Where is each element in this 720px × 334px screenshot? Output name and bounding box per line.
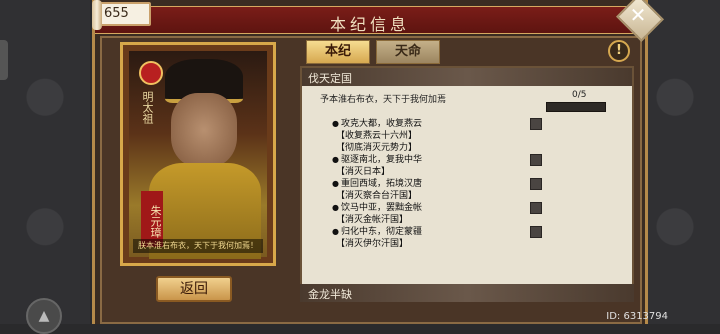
task-checkbox[interactable] [530,202,542,214]
left-edge-handle[interactable] [0,40,8,80]
task-checkbox[interactable] [530,118,542,130]
portrait-quote: 朕本淮右布衣，天下于我何加焉！ [133,239,263,253]
seal-icon [139,61,163,85]
portrait-side-text: 明太祖 [141,91,154,124]
scroll-roll-icon [92,0,102,30]
left-decor-panel [0,0,90,324]
mission-slogan: 予本淮右布衣，天下于我何加焉 [320,95,447,105]
portrait-art: 明太祖 朱元璋 朕本淮右布衣，天下于我何加焉！ [129,51,267,259]
warning-icon[interactable]: ! [608,40,630,62]
back-button[interactable]: 返回 [156,276,232,302]
task-checkbox[interactable] [530,226,542,238]
page-title: 本纪信息 [329,15,410,34]
task-checkbox[interactable] [530,154,542,166]
task-sub: 【消灭伊尔汗国】 [336,239,409,249]
panel-header: 伐天定国 [302,68,632,86]
close-icon[interactable]: ✕ [626,3,650,29]
tab-benji[interactable]: 本纪 [306,40,370,64]
character-portrait: 明太祖 朱元璋 朕本淮右布衣，天下于我何加焉！ [120,42,276,266]
triangle-nav-icon[interactable]: ▲ [26,298,62,334]
progress-text: 0/5 [572,90,587,100]
tab-tianming[interactable]: 天命 [376,40,440,64]
player-id: ID: 6313794 [606,311,668,322]
title-bar: 本纪信息 [95,6,645,34]
face-shape [171,93,237,167]
panel-footer[interactable]: 金龙半缺 [300,284,634,302]
task-checkbox[interactable] [530,178,542,190]
progress-bar [546,102,606,112]
counter-display: 655 [96,2,151,26]
